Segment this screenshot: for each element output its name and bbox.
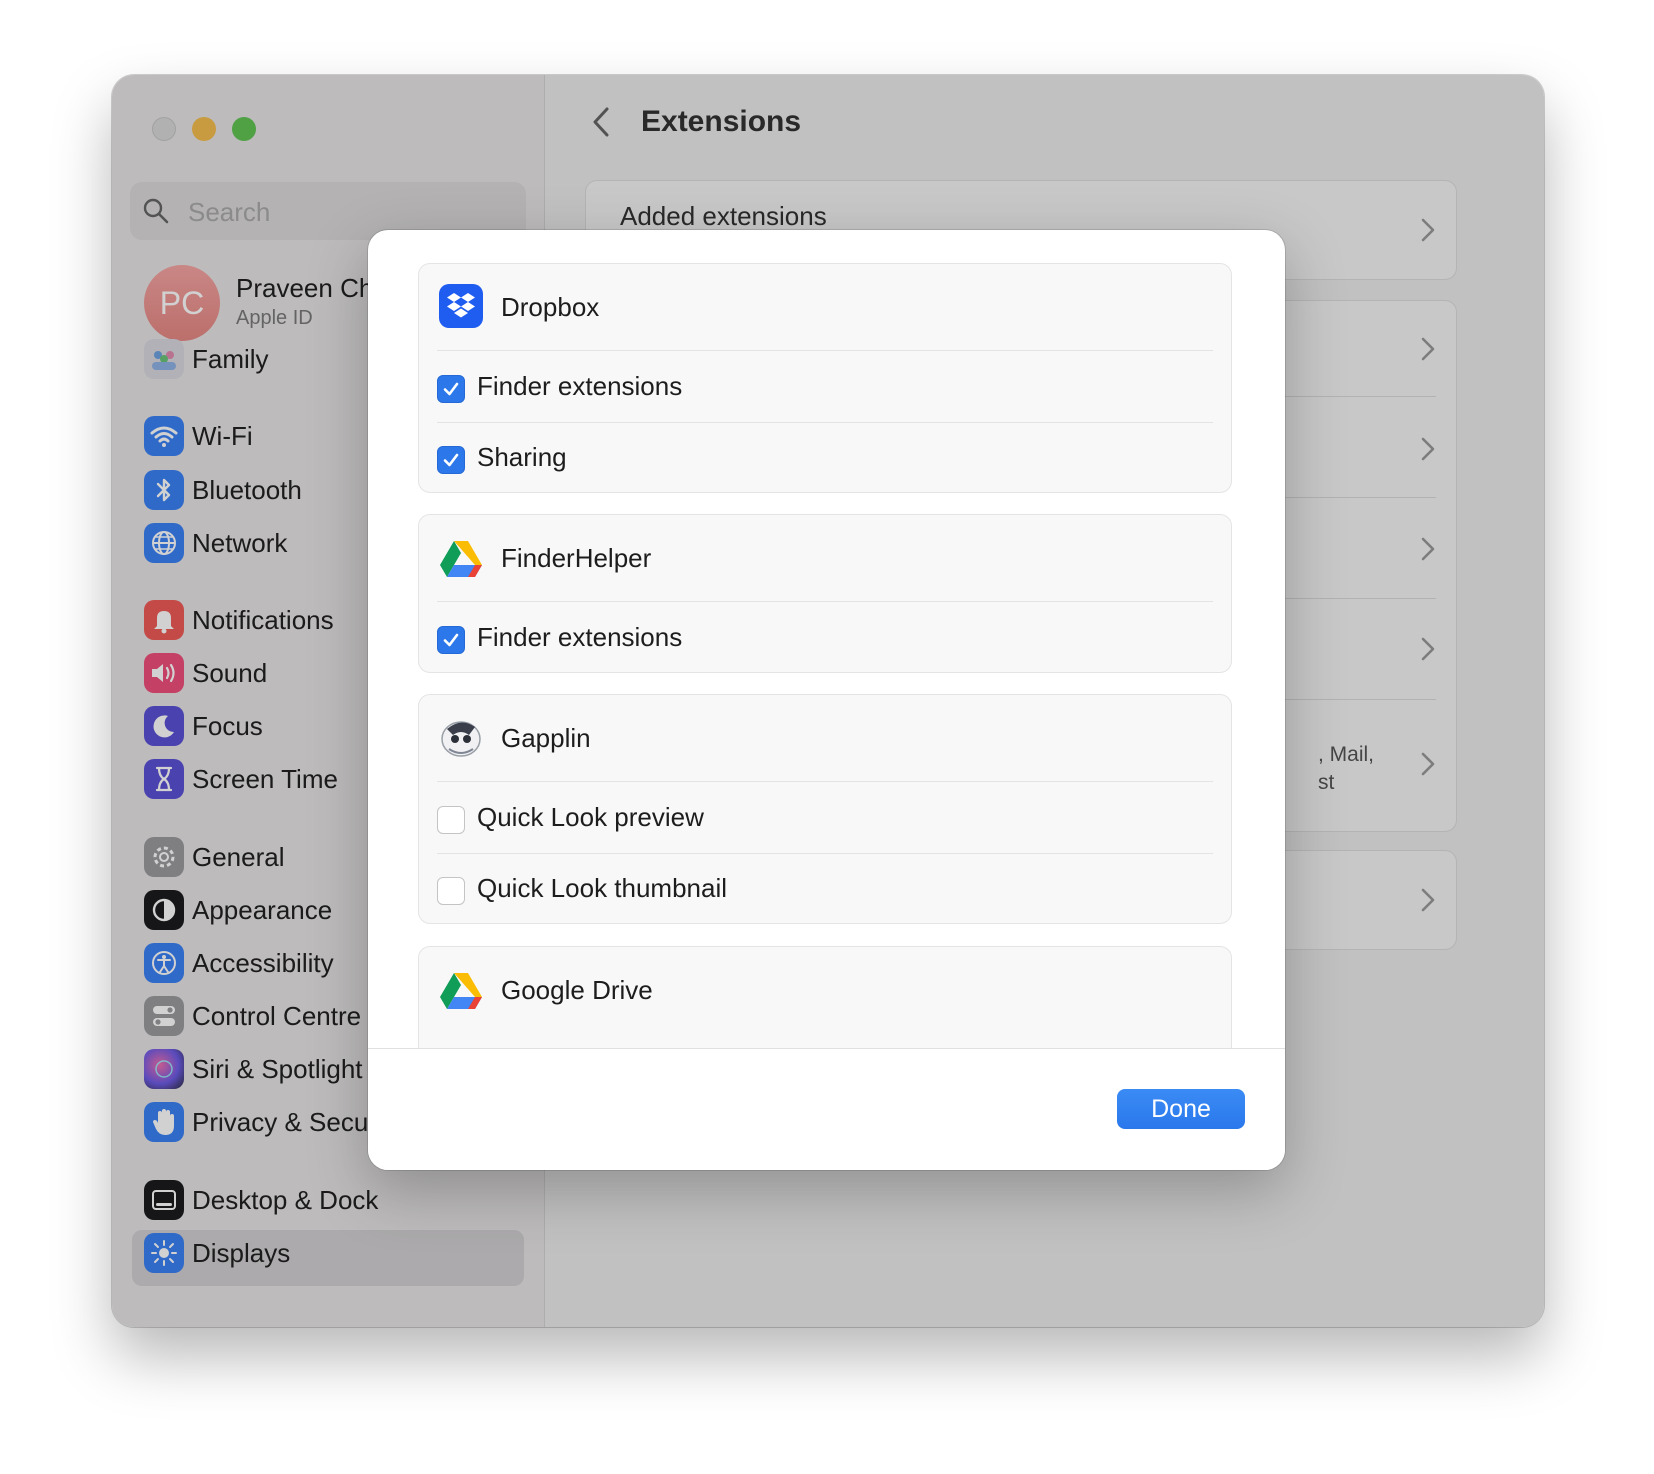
extensions-sheet: Dropbox Finder extensions Sharing Finder… bbox=[368, 230, 1285, 1170]
dropbox-icon bbox=[439, 284, 483, 328]
gapplin-icon bbox=[441, 721, 481, 757]
extension-group-finderhelper: FinderHelper Finder extensions bbox=[418, 514, 1232, 673]
checkbox-label[interactable]: Quick Look thumbnail bbox=[477, 873, 727, 904]
checkmark-icon bbox=[443, 633, 459, 647]
done-button[interactable]: Done bbox=[1117, 1089, 1245, 1129]
checkbox-label[interactable]: Finder extensions bbox=[477, 622, 682, 653]
checkbox-label[interactable]: Finder extensions bbox=[477, 371, 682, 402]
google-drive-icon bbox=[440, 973, 482, 1009]
checkbox-gapplin-quick-look-preview[interactable] bbox=[437, 806, 465, 834]
extension-group-google-drive: Google Drive bbox=[418, 946, 1232, 1048]
checkbox-finderhelper-finder-extensions[interactable] bbox=[437, 626, 465, 654]
checkbox-dropbox-finder-extensions[interactable] bbox=[437, 375, 465, 403]
checkmark-icon bbox=[443, 453, 459, 467]
checkbox-dropbox-sharing[interactable] bbox=[437, 446, 465, 474]
app-name: Gapplin bbox=[501, 723, 591, 753]
google-drive-icon bbox=[440, 541, 482, 577]
app-name: Google Drive bbox=[501, 975, 653, 1005]
app-name: FinderHelper bbox=[501, 543, 652, 573]
app-name: Dropbox bbox=[501, 292, 600, 322]
extension-group-dropbox: Dropbox Finder extensions Sharing bbox=[418, 263, 1232, 493]
sheet-scroll-area[interactable]: Dropbox Finder extensions Sharing Finder… bbox=[368, 230, 1285, 1048]
sheet-footer: Done bbox=[368, 1048, 1285, 1170]
extension-group-gapplin: Gapplin Quick Look preview Quick Look th… bbox=[418, 694, 1232, 924]
checkbox-label[interactable]: Sharing bbox=[477, 442, 567, 473]
checkmark-icon bbox=[443, 382, 459, 396]
checkbox-gapplin-quick-look-thumbnail[interactable] bbox=[437, 877, 465, 905]
checkbox-label[interactable]: Quick Look preview bbox=[477, 802, 704, 833]
